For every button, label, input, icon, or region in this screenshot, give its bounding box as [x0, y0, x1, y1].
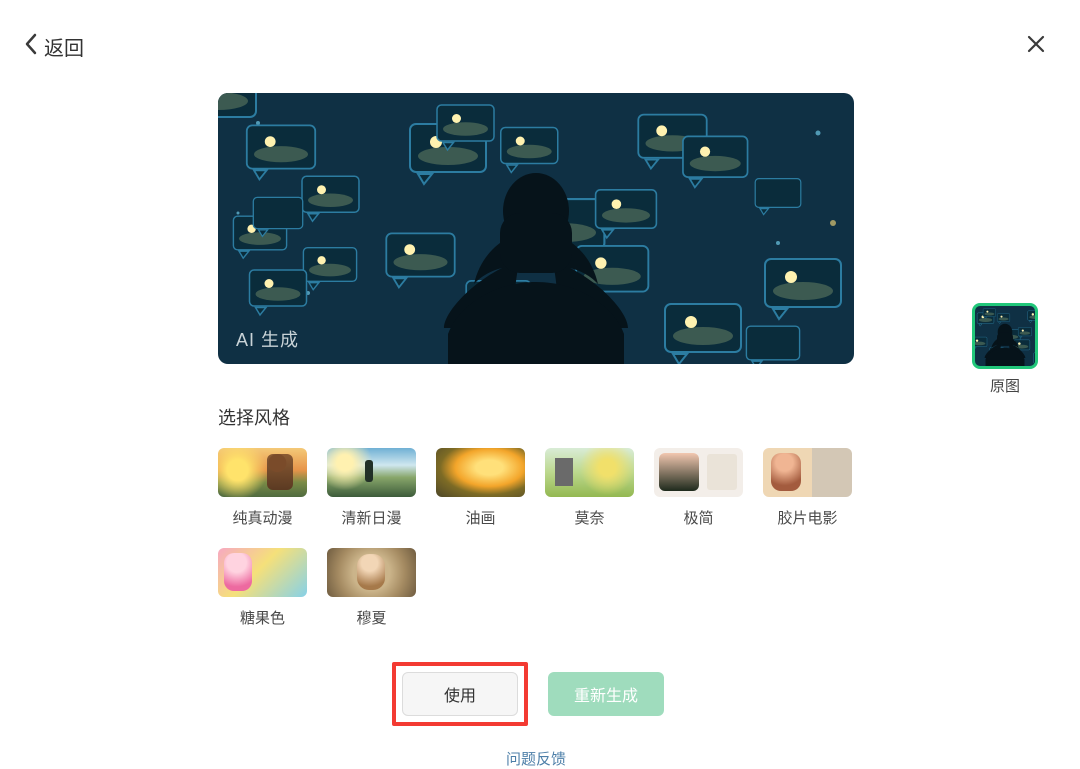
style-label: 清新日漫: [341, 507, 401, 528]
style-option-minimal[interactable]: 极简: [654, 448, 743, 528]
original-image-label: 原图: [990, 375, 1020, 396]
style-option-film[interactable]: 胶片电影: [763, 448, 852, 528]
style-label: 胶片电影: [777, 507, 837, 528]
style-swatch: [327, 448, 416, 497]
style-option-innocent-anime[interactable]: 纯真动漫: [218, 448, 307, 528]
original-image-option[interactable]: 原图: [972, 303, 1038, 396]
close-icon: [1026, 41, 1046, 58]
regenerate-button[interactable]: 重新生成: [548, 672, 664, 716]
back-label: 返回: [44, 32, 84, 61]
style-swatch: [327, 548, 416, 597]
style-swatch: [763, 448, 852, 497]
style-swatch: [218, 548, 307, 597]
style-option-monet[interactable]: 莫奈: [545, 448, 634, 528]
chevron-left-icon: [24, 33, 38, 60]
style-label: 莫奈: [574, 507, 604, 528]
style-label: 油画: [465, 507, 495, 528]
style-grid: 纯真动漫 清新日漫 油画 莫奈 极简 胶片电影糖果色 穆夏: [218, 448, 878, 628]
style-label: 糖果色: [240, 607, 285, 628]
style-swatch: [218, 448, 307, 497]
feedback-link[interactable]: 问题反馈: [506, 751, 566, 768]
ai-generated-badge: AI 生成: [236, 326, 299, 352]
style-swatch: [545, 448, 634, 497]
style-label: 纯真动漫: [232, 507, 292, 528]
style-option-mucha[interactable]: 穆夏: [327, 548, 416, 628]
style-label: 极简: [683, 507, 713, 528]
style-option-candy[interactable]: 糖果色: [218, 548, 307, 628]
back-button[interactable]: 返回: [24, 32, 84, 61]
use-button[interactable]: 使用: [402, 672, 518, 716]
style-option-fresh-jp-anime[interactable]: 清新日漫: [327, 448, 416, 528]
use-button-highlight: 使用: [392, 662, 528, 726]
close-button[interactable]: [1022, 30, 1050, 63]
original-image-thumb: [972, 303, 1038, 369]
preview-image: AI 生成: [218, 93, 854, 364]
style-label: 穆夏: [356, 607, 386, 628]
style-swatch: [654, 448, 743, 497]
style-option-oil-painting[interactable]: 油画: [436, 448, 525, 528]
style-section-title: 选择风格: [218, 404, 1080, 430]
style-swatch: [436, 448, 525, 497]
